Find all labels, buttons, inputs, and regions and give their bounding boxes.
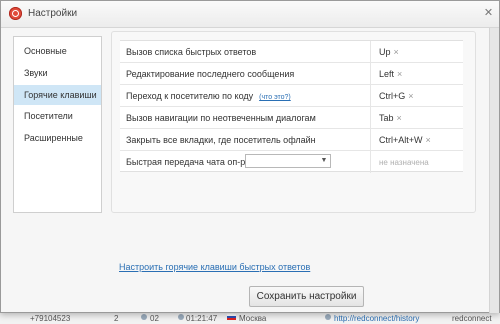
table-row: Закрыть все вкладки, где посетитель офла…: [120, 129, 463, 151]
hotkey-action: Переход к посетителю по коду: [126, 91, 254, 101]
bg-time: 01:21:47: [186, 314, 218, 323]
table-row: Вызов списка быстрых ответов Up ×: [120, 41, 463, 63]
window-title: Настройки: [28, 8, 78, 19]
remove-icon[interactable]: ×: [394, 47, 399, 57]
remove-icon[interactable]: ×: [408, 91, 413, 101]
column-divider: [370, 107, 371, 129]
bg-site: redconnect: [452, 314, 492, 323]
dropdown-arrow-icon[interactable]: ▼: [318, 155, 330, 167]
hotkey-key[interactable]: Ctrl+Alt+W: [379, 135, 423, 145]
window-edge: [489, 28, 499, 313]
what-is-this-link[interactable]: (что это?): [259, 94, 291, 101]
bg-count: 2: [114, 314, 119, 323]
app-logo-icon: [9, 7, 22, 20]
bg-dot-icon: [141, 314, 147, 320]
column-divider: [370, 63, 371, 85]
sidebar-item-sounds[interactable]: Звуки: [14, 63, 101, 83]
hotkey-action-row: Переход к посетителю по коду (что это?): [126, 91, 291, 101]
hotkey-unassigned[interactable]: не назначена: [379, 158, 429, 167]
bg-history-link: http://redconnect/history: [334, 314, 420, 323]
sidebar-item-advanced[interactable]: Расширенные: [14, 128, 101, 148]
bg-dot-icon: [178, 314, 184, 320]
hotkey-key[interactable]: Up: [379, 47, 391, 57]
hotkey-value[interactable]: Tab ×: [379, 113, 402, 123]
hotkey-key[interactable]: Ctrl+G: [379, 91, 405, 101]
bg-count2: 02: [150, 314, 159, 323]
close-icon[interactable]: ✕: [482, 7, 495, 20]
operator-select[interactable]: ▼: [245, 154, 331, 168]
title-bar: Настройки ✕: [1, 1, 499, 28]
remove-icon[interactable]: ×: [397, 69, 402, 79]
hotkey-action: Быстрая передача чата оп-ру: [126, 157, 250, 167]
configure-quick-reply-hotkeys-link[interactable]: Настроить горячие клавиши быстрых ответо…: [119, 262, 310, 272]
russia-flag-icon: [227, 314, 236, 320]
hotkey-action: Вызов навигации по неотвеченным диалогам: [126, 113, 316, 123]
table-row: Редактирование последнего сообщения Left…: [120, 63, 463, 85]
hotkey-value[interactable]: Ctrl+Alt+W ×: [379, 135, 431, 145]
hotkey-action: Вызов списка быстрых ответов: [126, 47, 257, 57]
hotkey-key[interactable]: Left: [379, 69, 394, 79]
sidebar-item-visitors[interactable]: Посетители: [14, 106, 101, 126]
sidebar-item-hotkeys[interactable]: Горячие клавиши: [14, 85, 101, 105]
hotkeys-table: Вызов списка быстрых ответов Up × Редакти…: [120, 40, 463, 173]
sidebar-item-general[interactable]: Основные: [14, 41, 101, 61]
hotkey-value[interactable]: Ctrl+G ×: [379, 91, 414, 101]
column-divider: [370, 85, 371, 107]
bg-city: Москва: [239, 314, 267, 323]
bg-phone: +79104523: [30, 314, 71, 323]
table-row: Переход к посетителю по коду (что это?) C…: [120, 85, 463, 107]
hotkey-key[interactable]: Tab: [379, 113, 394, 123]
remove-icon[interactable]: ×: [426, 135, 431, 145]
hotkey-action: Закрыть все вкладки, где посетитель офла…: [126, 135, 316, 145]
bg-dot-icon: [325, 314, 331, 320]
settings-sidebar: Основные Звуки Горячие клавиши Посетител…: [13, 36, 102, 213]
column-divider: [370, 41, 371, 63]
column-divider: [370, 129, 371, 151]
table-row: Вызов навигации по неотвеченным диалогам…: [120, 107, 463, 129]
hotkey-value[interactable]: Left ×: [379, 69, 402, 79]
hotkey-action: Редактирование последнего сообщения: [126, 69, 295, 79]
background-app-strip: +79104523 2 02 01:21:47 Москва http://re…: [0, 312, 500, 324]
table-row: Быстрая передача чата оп-ру ▼ не назначе…: [120, 151, 463, 173]
column-divider: [370, 151, 371, 173]
hotkey-value[interactable]: Up ×: [379, 47, 399, 57]
save-settings-button[interactable]: Сохранить настройки: [249, 286, 364, 307]
remove-icon[interactable]: ×: [397, 113, 402, 123]
